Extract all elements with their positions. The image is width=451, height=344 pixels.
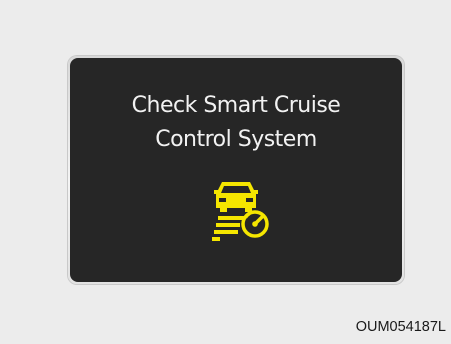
- warning-message-line-2: Control System: [155, 127, 317, 152]
- warning-message-line-1: Check Smart Cruise: [131, 93, 341, 118]
- smart-cruise-control-warning-icon: [212, 182, 269, 241]
- cluster-display: Check Smart Cruise Control System: [70, 58, 402, 282]
- image-reference-code: OUM054187L: [355, 319, 446, 335]
